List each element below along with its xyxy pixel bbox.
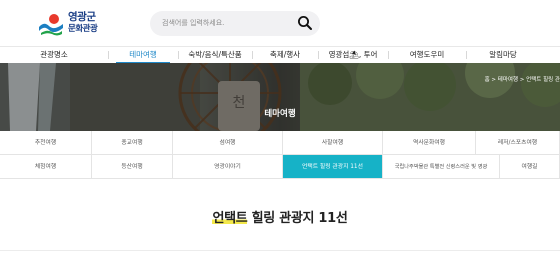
logo-wave-icon	[39, 14, 63, 36]
search-placeholder: 검색어를 입력하세요.	[162, 19, 225, 27]
submenu-item-religious[interactable]: 종교여행	[92, 131, 173, 155]
nav-divider	[388, 51, 389, 59]
logo-title: 영광군	[68, 11, 96, 23]
content-divider	[0, 250, 560, 251]
submenu-item-untact-healing[interactable]: 언택트 힐링 관광지 11선	[283, 155, 383, 179]
nav-divider	[466, 51, 467, 59]
submenu-item-hiking[interactable]: 등산여행	[92, 155, 173, 179]
page-title: 언택트 힐링 관광지 11선	[0, 207, 560, 226]
submenu-item-recommended[interactable]: 추천여행	[0, 131, 92, 155]
page-title-highlight: 언택트	[212, 211, 248, 226]
site-logo[interactable]: 영광군 문화관광	[38, 10, 118, 38]
nav-item-tourist-spots[interactable]: 관광명소	[0, 47, 108, 64]
nav-divider	[108, 51, 109, 59]
search-icon[interactable]	[296, 14, 314, 32]
submenu-item-stories[interactable]: 영광이야기	[173, 155, 283, 179]
page-title-text: 힐링 관광지 11선	[247, 211, 348, 226]
banner-title: 테마여행	[264, 109, 296, 119]
search-input[interactable]: 검색어를 입력하세요.	[150, 11, 320, 36]
submenu-item-history-culture[interactable]: 역사문화여행	[383, 131, 476, 155]
nav-item-travel-helper[interactable]: 여행도우미	[388, 47, 466, 64]
submenu-item-museum-exhibit[interactable]: 국립나주박물관 특별전 신령스러운 빛 영광	[383, 155, 500, 179]
logo-subtitle: 문화관광	[68, 24, 98, 34]
nav-item-island-tour[interactable]: 영광섬⛱, 투어	[318, 47, 388, 64]
nav-item-lodging-food[interactable]: 숙박/음식/특산품	[178, 47, 252, 64]
nav-divider	[252, 51, 253, 59]
submenu-item-travel-road[interactable]: 여행길	[500, 155, 560, 179]
banner-background-image: 천	[0, 63, 560, 131]
submenu-item-island[interactable]: 섬여행	[173, 131, 283, 155]
nav-item-theme-travel[interactable]: 테마여행	[108, 47, 178, 64]
submenu-item-temple[interactable]: 사찰여행	[283, 131, 383, 155]
theme-banner: 천 홈 > 테마여행 > 언택트 힐링 관 테마여행	[0, 63, 560, 131]
nav-item-festivals[interactable]: 축제/행사	[252, 47, 318, 64]
nav-item-notices[interactable]: 알림마당	[466, 47, 540, 64]
theme-submenu: 추천여행 종교여행 섬여행 사찰여행 역사문화여행 레저/스포츠여행 체험여행 …	[0, 131, 560, 181]
nav-divider	[178, 51, 179, 59]
submenu-item-experience[interactable]: 체험여행	[0, 155, 92, 179]
main-nav: 관광명소 테마여행 숙박/음식/특산품 축제/행사 영광섬⛱, 투어 여행도우미…	[0, 46, 560, 64]
nav-divider	[318, 51, 319, 59]
site-header: 영광군 문화관광 검색어를 입력하세요.	[0, 0, 560, 46]
submenu-item-leisure-sports[interactable]: 레저/스포츠여행	[476, 131, 560, 155]
breadcrumb: 홈 > 테마여행 > 언택트 힐링 관	[484, 77, 560, 83]
